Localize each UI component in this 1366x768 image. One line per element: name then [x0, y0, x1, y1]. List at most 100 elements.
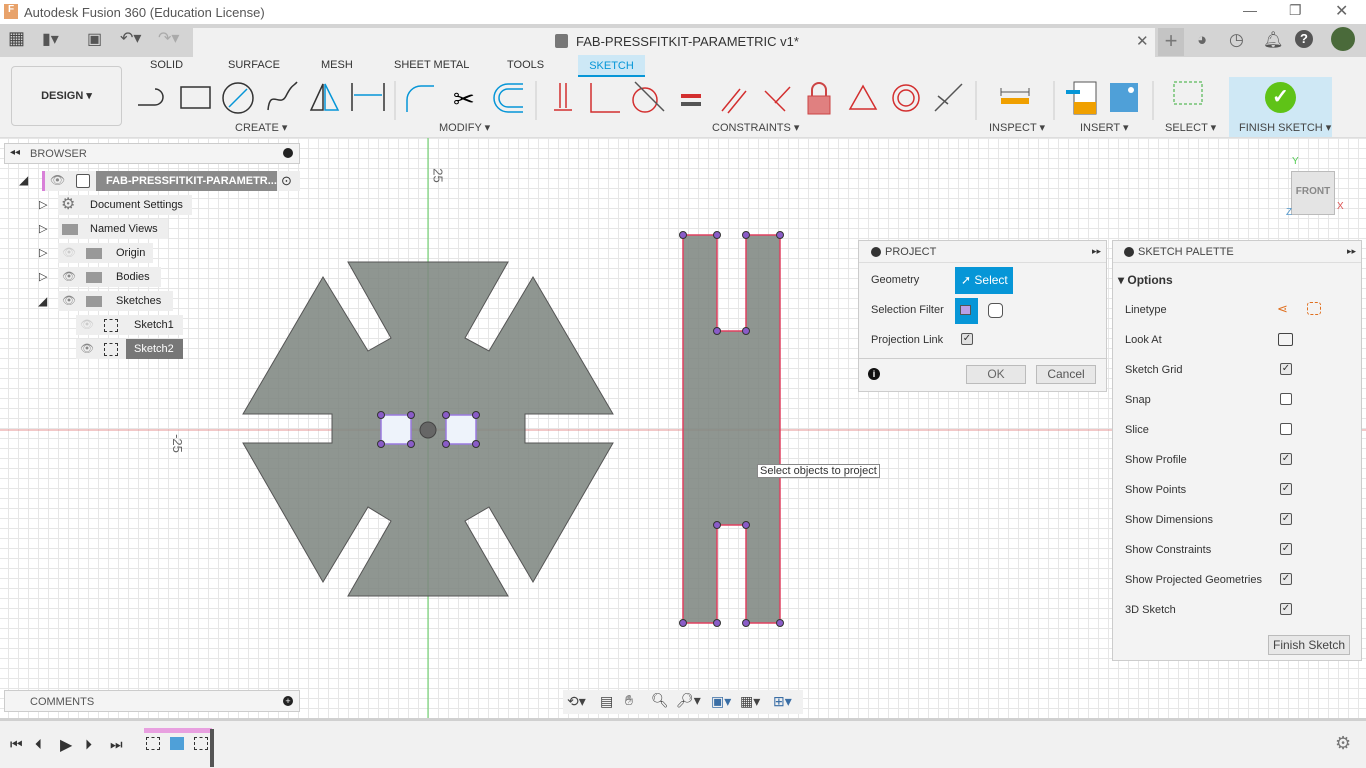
- activate-radio-icon[interactable]: ⊙: [281, 173, 292, 189]
- browser-item-document-settings[interactable]: ⚙ Document Settings: [58, 195, 192, 215]
- minimize-browser-icon[interactable]: [283, 148, 293, 158]
- zoom-icon[interactable]: 🔍︎: [651, 692, 669, 709]
- collapse-icon[interactable]: ◢: [38, 294, 47, 308]
- modify-menu[interactable]: MODIFY ▾: [439, 121, 490, 134]
- expand-icon[interactable]: ▷: [39, 222, 47, 235]
- geometry-select-button[interactable]: ➚ Select: [955, 267, 1013, 294]
- apps-grid-icon[interactable]: ▦: [8, 28, 25, 49]
- expand-dialog-icon[interactable]: ▸▸: [1092, 246, 1101, 257]
- show-constraints-checkbox[interactable]: ✓: [1280, 543, 1292, 555]
- finish-sketch-palette-button[interactable]: Finish Sketch: [1268, 635, 1350, 655]
- expand-icon[interactable]: ▷: [39, 246, 47, 259]
- new-tab-button[interactable]: +: [1158, 28, 1184, 56]
- collapse-browser-icon[interactable]: ◂◂: [10, 147, 20, 158]
- browser-root[interactable]: 👁︎ FAB-PRESSFITKIT-PARAMETR... ⊙: [42, 171, 300, 191]
- projection-link-checkbox[interactable]: ✓: [961, 333, 973, 345]
- timeline-settings-gear-icon[interactable]: ⚙: [1335, 733, 1351, 754]
- slice-checkbox[interactable]: [1280, 423, 1292, 435]
- save-icon[interactable]: ▣: [87, 29, 102, 49]
- user-avatar[interactable]: [1331, 27, 1355, 51]
- step-forward-icon[interactable]: ⏵︎: [85, 736, 92, 753]
- tab-tools[interactable]: TOOLS: [507, 59, 544, 71]
- timeline-sketch2-icon[interactable]: [194, 737, 208, 750]
- show-points-checkbox[interactable]: ✓: [1280, 483, 1292, 495]
- create-menu[interactable]: CREATE ▾: [235, 121, 287, 134]
- show-projected-geometries-checkbox[interactable]: ✓: [1280, 573, 1292, 585]
- eye-icon[interactable]: 👁︎: [62, 291, 76, 311]
- fit-window-icon[interactable]: 🔎︎▾: [676, 692, 701, 709]
- snap-checkbox[interactable]: [1280, 393, 1292, 405]
- browser-item-sketch1[interactable]: 👁︎ Sketch1: [76, 315, 183, 335]
- eye-icon[interactable]: 👁︎: [50, 173, 65, 187]
- help-icon[interactable]: ?: [1295, 30, 1313, 48]
- tab-solid[interactable]: SOLID: [150, 59, 183, 71]
- browser-item-bodies[interactable]: 👁︎ Bodies: [58, 267, 161, 287]
- play-icon[interactable]: ▶︎: [60, 735, 72, 755]
- ok-button[interactable]: OK: [966, 365, 1026, 384]
- undo-icon[interactable]: ↶▾: [120, 28, 141, 48]
- cancel-button[interactable]: Cancel: [1036, 365, 1096, 384]
- tab-mesh[interactable]: MESH: [321, 59, 353, 71]
- history-clock-icon[interactable]: ◷: [1229, 30, 1244, 50]
- redo-icon[interactable]: ↷▾: [158, 28, 179, 48]
- show-dimensions-checkbox[interactable]: ✓: [1280, 513, 1292, 525]
- options-section-header[interactable]: ▾ Options: [1118, 273, 1173, 287]
- comments-panel[interactable]: COMMENTS +: [4, 690, 300, 712]
- inspect-menu[interactable]: INSPECT ▾: [989, 121, 1045, 134]
- body-filter-button[interactable]: [988, 303, 1003, 318]
- sketch-grid-checkbox[interactable]: ✓: [1280, 363, 1292, 375]
- construction-linetype-icon[interactable]: ⋖: [1277, 301, 1288, 317]
- centerline-linetype-icon[interactable]: [1307, 302, 1321, 315]
- eye-hidden-icon[interactable]: 👁︎: [80, 315, 94, 335]
- step-back-icon[interactable]: ⏴︎: [35, 736, 42, 753]
- info-icon[interactable]: i: [868, 368, 880, 380]
- grid-snaps-icon[interactable]: ▦▾: [740, 693, 760, 710]
- close-tab-button[interactable]: ✕: [1136, 32, 1149, 50]
- job-status-icon[interactable]: ◕: [1197, 30, 1207, 50]
- go-to-start-icon[interactable]: ⏮︎: [10, 736, 23, 753]
- viewcube[interactable]: FRONT: [1291, 171, 1335, 215]
- look-at-icon[interactable]: [1278, 333, 1293, 346]
- show-profile-checkbox[interactable]: ✓: [1280, 453, 1292, 465]
- expand-icon[interactable]: ▷: [39, 198, 47, 211]
- constraints-menu[interactable]: CONSTRAINTS ▾: [712, 121, 799, 134]
- sketch-geometry-filter-button[interactable]: [955, 298, 978, 324]
- browser-item-named-views[interactable]: Named Views: [58, 219, 168, 239]
- notifications-bell-icon[interactable]: 🔔︎: [1263, 30, 1283, 50]
- browser-item-sketch2[interactable]: 👁︎ Sketch2: [76, 339, 183, 359]
- eye-hidden-icon[interactable]: 👁︎: [62, 243, 76, 263]
- document-tab[interactable]: FAB-PRESSFITKIT-PARAMETRIC v1* ✕: [193, 28, 1155, 57]
- 3d-sketch-checkbox[interactable]: ✓: [1280, 603, 1292, 615]
- eye-icon[interactable]: 👁︎: [80, 339, 94, 359]
- timeline-extrude-icon[interactable]: [170, 737, 184, 750]
- tab-sheet-metal[interactable]: SHEET METAL: [394, 59, 469, 71]
- collapse-palette-icon[interactable]: [1124, 247, 1134, 257]
- go-to-end-icon[interactable]: ⏭︎: [110, 736, 123, 753]
- browser-panel-header[interactable]: ◂◂ BROWSER: [4, 143, 300, 164]
- eye-icon[interactable]: 👁︎: [62, 267, 76, 287]
- maximize-button[interactable]: ❐: [1289, 2, 1302, 19]
- tab-sketch[interactable]: SKETCH: [578, 55, 645, 77]
- add-comment-icon[interactable]: +: [283, 696, 293, 706]
- timeline-sketch1-icon[interactable]: [146, 737, 160, 750]
- browser-item-origin[interactable]: 👁︎ Origin: [58, 243, 153, 263]
- pan-hand-icon[interactable]: ✋︎: [625, 692, 633, 709]
- timeline-feature-group[interactable]: [144, 728, 212, 733]
- expand-icon[interactable]: ▷: [39, 270, 47, 283]
- viewports-icon[interactable]: ⊞▾: [773, 693, 792, 710]
- tab-surface[interactable]: SURFACE: [228, 59, 280, 71]
- expand-palette-icon[interactable]: ▸▸: [1347, 246, 1356, 257]
- file-menu-icon[interactable]: ▮▾: [42, 29, 59, 49]
- browser-item-sketches[interactable]: 👁︎ Sketches: [58, 291, 173, 311]
- expand-root-icon[interactable]: ◢: [19, 173, 28, 187]
- finish-sketch-menu[interactable]: FINISH SKETCH ▾: [1239, 121, 1331, 134]
- close-window-button[interactable]: ✕: [1335, 1, 1348, 21]
- orbit-icon[interactable]: ⟲▾: [567, 693, 586, 710]
- minimize-button[interactable]: —: [1243, 2, 1257, 18]
- collapse-dialog-icon[interactable]: [871, 247, 881, 257]
- select-menu[interactable]: SELECT ▾: [1165, 121, 1216, 134]
- display-settings-icon[interactable]: ▣▾: [711, 693, 731, 710]
- timeline-marker[interactable]: [210, 729, 214, 767]
- insert-menu[interactable]: INSERT ▾: [1080, 121, 1129, 134]
- look-at-nav-icon[interactable]: ▤: [600, 693, 613, 710]
